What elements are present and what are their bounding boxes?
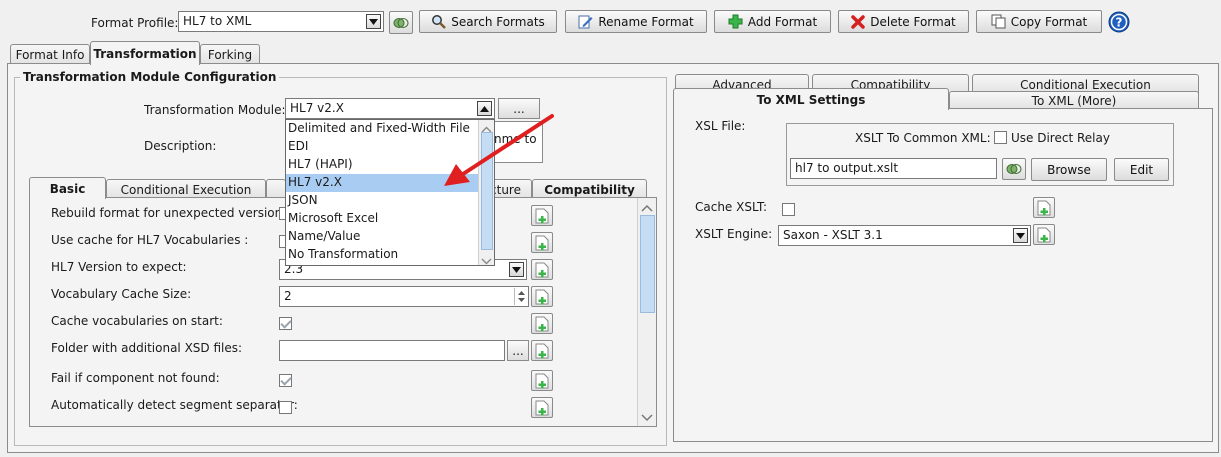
xslt-engine-value: Saxon - XSLT 3.1: [783, 228, 883, 242]
chevron-down-icon: [509, 262, 524, 277]
auto-detect-checkbox[interactable]: [279, 401, 292, 414]
add-format-label: Add Format: [747, 14, 818, 29]
subtab-basic[interactable]: Basic: [29, 177, 106, 199]
search-formats-label: Search Formats: [451, 14, 545, 29]
plus-icon: [728, 14, 743, 29]
rename-format-label: Rename Format: [598, 14, 694, 29]
tab-conditional-execution-label: Conditional Execution: [1020, 77, 1151, 92]
annotation-arrow-icon: [444, 114, 554, 186]
search-formats-button[interactable]: Search Formats: [419, 10, 557, 33]
tab-transformation-label: Transformation: [93, 46, 197, 61]
tab-to-xml-more-label: To XML (More): [1031, 94, 1117, 108]
cache-on-start-label: Cache vocabularies on start:: [51, 314, 223, 328]
dropdown-option[interactable]: No Transformation: [286, 246, 494, 264]
folder-browse-button[interactable]: ...: [507, 340, 529, 361]
xsl-file-value: hl7 to output.xslt: [795, 161, 899, 175]
add-document-icon[interactable]: [531, 340, 553, 361]
cache-xslt-checkbox[interactable]: [782, 203, 795, 216]
cache-on-start-checkbox[interactable]: [279, 317, 292, 330]
add-document-icon[interactable]: [531, 370, 553, 391]
add-document-icon[interactable]: [1033, 197, 1055, 218]
xslt-engine-select[interactable]: Saxon - XSLT 3.1: [778, 225, 1031, 246]
add-document-icon[interactable]: [531, 397, 553, 418]
tab-to-xml-settings[interactable]: To XML Settings: [673, 88, 949, 110]
folder-xsd-label: Folder with additional XSD files:: [51, 341, 243, 355]
dropdown-option[interactable]: Microsoft Excel: [286, 210, 494, 228]
xsl-link-button[interactable]: [1002, 158, 1026, 180]
dropdown-option[interactable]: Name/Value: [286, 228, 494, 246]
add-format-button[interactable]: Add Format: [714, 10, 831, 33]
module-value: HL7 v2.X: [290, 101, 344, 115]
browse-button[interactable]: Browse: [1031, 158, 1107, 181]
vocab-size-label: Vocabulary Cache Size:: [51, 287, 192, 301]
vocab-size-spinner[interactable]: 2: [279, 286, 529, 307]
copy-format-label: Copy Format: [1010, 14, 1088, 29]
scroll-down-icon: [641, 411, 653, 425]
add-document-icon[interactable]: [531, 313, 553, 334]
dropdown-option[interactable]: JSON: [286, 192, 494, 210]
subtab-conditional-execution[interactable]: Conditional Execution: [106, 179, 266, 199]
use-direct-relay-checkbox[interactable]: [994, 131, 1007, 144]
subtab-hidden[interactable]: [266, 179, 286, 199]
add-document-icon[interactable]: [531, 232, 553, 253]
xslt-common-label: XSLT To Common XML:: [855, 131, 991, 145]
xsl-file-label: XSL File:: [695, 119, 746, 133]
tab-forking[interactable]: Forking: [200, 44, 260, 64]
search-icon: [432, 15, 447, 29]
close-icon: [851, 14, 865, 29]
format-profile-label: Format Profile:: [91, 16, 179, 30]
help-icon[interactable]: ?: [1108, 11, 1130, 33]
scroll-thumb[interactable]: [640, 215, 655, 313]
fail-not-found-label: Fail if component not found:: [51, 371, 220, 385]
use-cache-label: Use cache for HL7 Vocabularies :: [51, 233, 249, 247]
add-document-icon[interactable]: [531, 205, 553, 226]
subtab-conditional-label: Conditional Execution: [120, 182, 252, 197]
svg-text:?: ?: [1116, 16, 1123, 30]
add-document-icon[interactable]: [531, 286, 553, 307]
folder-xsd-input[interactable]: [279, 340, 505, 361]
subtab-basic-label: Basic: [49, 181, 86, 196]
edit-label: Edit: [1129, 162, 1154, 177]
xsl-file-input[interactable]: hl7 to output.xslt: [790, 158, 997, 179]
spinner-arrows-icon[interactable]: [514, 288, 527, 305]
scroll-down-icon: [481, 254, 492, 268]
chevron-down-icon: [366, 14, 381, 29]
tab-to-xml-settings-label: To XML Settings: [756, 92, 866, 107]
copy-icon: [991, 14, 1006, 29]
tab-format-info-label: Format Info: [15, 47, 85, 62]
refresh-profile-button[interactable]: [389, 11, 413, 34]
vocab-size-value: 2: [284, 289, 292, 303]
auto-detect-label: Automatically detect segment separator:: [51, 398, 298, 412]
tab-forking-label: Forking: [207, 47, 253, 62]
delete-format-label: Delete Format: [870, 14, 956, 29]
rename-format-button[interactable]: Rename Format: [565, 10, 707, 33]
use-direct-relay-label: Use Direct Relay: [1011, 131, 1110, 145]
format-profile-select[interactable]: HL7 to XML: [178, 11, 384, 32]
add-document-icon[interactable]: [531, 259, 553, 280]
edit-button[interactable]: Edit: [1114, 158, 1169, 181]
link-rings-icon: [1006, 164, 1022, 174]
format-profile-value: HL7 to XML: [183, 14, 252, 28]
link-rings-icon: [393, 17, 409, 28]
delete-format-button[interactable]: Delete Format: [838, 10, 969, 33]
basic-scrollbar[interactable]: [637, 198, 656, 426]
scroll-up-icon: [641, 201, 653, 215]
module-label: Transformation Module:: [144, 103, 286, 117]
group-title: Transformation Module Configuration: [20, 70, 280, 84]
copy-format-button[interactable]: Copy Format: [976, 10, 1102, 33]
cache-xslt-label: Cache XSLT:: [695, 200, 768, 214]
browse-label: Browse: [1047, 162, 1091, 177]
folder-browse-label: ...: [512, 343, 524, 358]
tab-transformation[interactable]: Transformation: [90, 41, 200, 65]
description-label: Description:: [144, 139, 217, 153]
xslt-engine-label: XSLT Engine:: [695, 227, 773, 241]
tab-format-info[interactable]: Format Info: [10, 44, 90, 64]
rebuild-label: Rebuild format for unexpected version:: [51, 206, 287, 220]
add-document-icon[interactable]: [1033, 224, 1055, 245]
chevron-down-icon: [1013, 228, 1028, 243]
version-label: HL7 Version to expect:: [51, 260, 187, 274]
edit-document-icon: [578, 15, 593, 29]
fail-not-found-checkbox[interactable]: [279, 374, 292, 387]
